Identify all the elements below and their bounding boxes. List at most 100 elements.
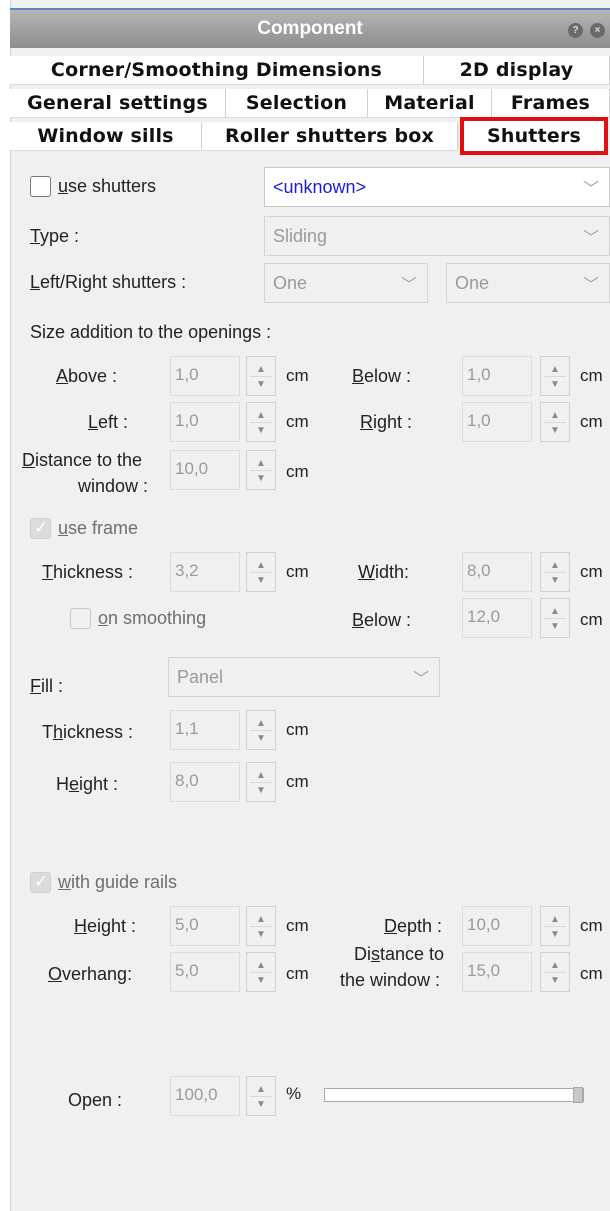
- tab-material[interactable]: Material: [368, 89, 492, 118]
- below-input[interactable]: 1,0: [462, 356, 532, 396]
- frame-thickness-input[interactable]: 3,2: [170, 552, 240, 592]
- chevron-down-icon: ﹀: [400, 277, 417, 294]
- type-dropdown[interactable]: Sliding ﹀: [264, 216, 610, 256]
- frame-thickness-unit: cm: [286, 562, 309, 581]
- fill-height-input[interactable]: 8,0: [170, 762, 240, 802]
- open-unit: %: [286, 1084, 302, 1103]
- tab-shutters[interactable]: Shutters: [460, 117, 608, 155]
- frame-below-label: Below :: [352, 610, 412, 630]
- tab-corner-smoothing[interactable]: Corner/Smoothing Dimensions: [10, 56, 424, 85]
- frame-below-unit: cm: [580, 610, 603, 629]
- distance-window-label: Distance to the: [22, 450, 143, 470]
- frame-below-spinner[interactable]: ▲ ▼: [540, 598, 570, 638]
- frame-width-input[interactable]: 8,0: [462, 552, 532, 592]
- shutter-model-dropdown[interactable]: <unknown> ﹀: [264, 167, 610, 207]
- frame-thickness-label: Thickness :: [42, 562, 134, 582]
- overhang-unit: cm: [286, 964, 309, 983]
- fill-thickness-unit: cm: [286, 720, 309, 739]
- below-label: Below :: [352, 366, 412, 386]
- below-unit: cm: [580, 366, 603, 385]
- on-smoothing-checkbox[interactable]: [70, 608, 91, 629]
- frame-thickness-spinner[interactable]: ▲ ▼: [246, 552, 276, 592]
- frame-below-input[interactable]: 12,0: [462, 598, 532, 638]
- rails-distance-spinner[interactable]: ▲ ▼: [540, 952, 570, 992]
- fill-thickness-spinner[interactable]: ▲ ▼: [246, 710, 276, 750]
- distance-window-unit: cm: [286, 462, 309, 481]
- help-icon[interactable]: ?: [568, 23, 583, 38]
- rails-distance-unit: cm: [580, 964, 603, 983]
- fill-height-spinner[interactable]: ▲ ▼: [246, 762, 276, 802]
- frame-width-unit: cm: [580, 562, 603, 581]
- left-shutters-dropdown[interactable]: One ﹀: [264, 263, 428, 303]
- size-addition-heading: Size addition to the openings :: [30, 322, 272, 342]
- above-label: Above :: [56, 366, 118, 386]
- left-input[interactable]: 1,0: [170, 402, 240, 442]
- rails-depth-input[interactable]: 10,0: [462, 906, 532, 946]
- distance-window-label-line2: window :: [78, 476, 149, 496]
- tab-general-settings[interactable]: General settings: [10, 89, 226, 118]
- left-label: Left :: [88, 412, 129, 432]
- chevron-down-icon: ﹀: [412, 671, 429, 688]
- fill-dropdown[interactable]: Panel ﹀: [168, 657, 440, 697]
- above-spinner[interactable]: ▲ ▼: [246, 356, 276, 396]
- tab-2d-display[interactable]: 2D display: [424, 56, 610, 85]
- fill-label: Fill :: [30, 676, 63, 696]
- rails-distance-label-line2: the window :: [340, 970, 441, 990]
- left-unit: cm: [286, 412, 309, 431]
- right-spinner[interactable]: ▲ ▼: [540, 402, 570, 442]
- rails-distance-label: Distance to: [354, 944, 445, 964]
- fill-height-label: Height :: [56, 774, 119, 794]
- guide-rails-checkbox[interactable]: [30, 872, 51, 893]
- right-shutters-value: One: [455, 273, 490, 293]
- use-frame-checkbox[interactable]: [30, 518, 51, 539]
- chevron-down-icon: ﹀: [582, 277, 599, 294]
- rails-height-input[interactable]: 5,0: [170, 906, 240, 946]
- tab-roller-shutters-box[interactable]: Roller shutters box: [202, 122, 458, 151]
- right-unit: cm: [580, 412, 603, 431]
- fill-thickness-label: Thickness :: [42, 722, 134, 742]
- use-shutters-label: use shutters: [58, 176, 157, 196]
- tab-frames[interactable]: Frames: [492, 89, 610, 118]
- open-slider-thumb[interactable]: [573, 1087, 583, 1103]
- frame-width-spinner[interactable]: ▲ ▼: [540, 552, 570, 592]
- rails-depth-spinner[interactable]: ▲ ▼: [540, 906, 570, 946]
- overhang-spinner[interactable]: ▲ ▼: [246, 952, 276, 992]
- fill-height-unit: cm: [286, 772, 309, 791]
- left-right-shutters-label: Left/Right shutters :: [30, 272, 187, 292]
- left-shutters-value: One: [273, 273, 308, 293]
- overhang-input[interactable]: 5,0: [170, 952, 240, 992]
- rails-depth-unit: cm: [580, 916, 603, 935]
- open-input[interactable]: 100,0: [170, 1076, 240, 1116]
- fill-value: Panel: [177, 667, 224, 687]
- use-shutters-checkbox[interactable]: [30, 176, 51, 197]
- open-label: Open :: [68, 1090, 123, 1110]
- rails-distance-input[interactable]: 15,0: [462, 952, 532, 992]
- shutter-model-value: <unknown>: [273, 177, 367, 197]
- below-spinner[interactable]: ▲ ▼: [540, 356, 570, 396]
- open-slider[interactable]: [324, 1087, 584, 1103]
- tab-window-sills[interactable]: Window sills: [10, 122, 202, 151]
- overhang-label: Overhang:: [48, 964, 133, 984]
- window-title: Component: [257, 18, 363, 39]
- above-unit: cm: [286, 366, 309, 385]
- guide-rails-label: with guide rails: [58, 872, 178, 892]
- open-spinner[interactable]: ▲ ▼: [246, 1076, 276, 1116]
- use-frame-label: use frame: [58, 518, 139, 538]
- type-label: Type :: [30, 226, 80, 246]
- close-icon[interactable]: ×: [590, 23, 605, 38]
- rails-height-spinner[interactable]: ▲ ▼: [246, 906, 276, 946]
- rails-height-label: Height :: [74, 916, 137, 936]
- type-value: Sliding: [273, 226, 328, 246]
- fill-thickness-input[interactable]: 1,1: [170, 710, 240, 750]
- right-input[interactable]: 1,0: [462, 402, 532, 442]
- right-shutters-dropdown[interactable]: One ﹀: [446, 263, 610, 303]
- frame-width-label: Width:: [358, 562, 410, 582]
- tab-selection[interactable]: Selection: [226, 89, 368, 118]
- above-input[interactable]: 1,0: [170, 356, 240, 396]
- distance-window-input[interactable]: 10,0: [170, 450, 240, 490]
- chevron-down-icon: ﹀: [582, 181, 599, 198]
- chevron-down-icon: ﹀: [582, 230, 599, 247]
- rails-depth-label: Depth :: [384, 916, 443, 936]
- distance-window-spinner[interactable]: ▲ ▼: [246, 450, 276, 490]
- left-spinner[interactable]: ▲ ▼: [246, 402, 276, 442]
